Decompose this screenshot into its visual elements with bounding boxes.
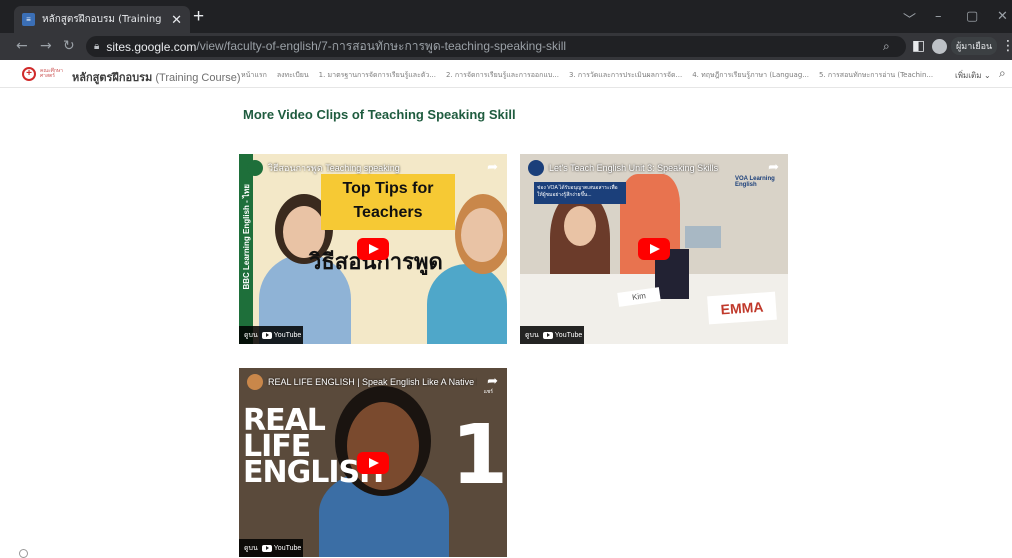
browser-toolbar: ← → ↻ 🔒︎ sites.google.com /view/faculty-… [0, 33, 1012, 60]
thumbnail-number: 1 [451, 408, 507, 503]
share-label: แชร์ [483, 389, 493, 395]
nav-link-home[interactable]: หน้าแรก [241, 70, 267, 81]
name-card: EMMA [707, 291, 777, 325]
avatar [932, 38, 947, 54]
video-embed-3[interactable]: REAL LIFE ENGLISH 1 REAL LIFE ENGLISH | … [239, 368, 507, 557]
back-arrow-icon[interactable]: ← [16, 38, 28, 54]
site-logo-text: คณะศึกษาศาสตร์ [40, 68, 63, 79]
youtube-icon [261, 331, 272, 339]
side-panel-icon[interactable]: ◧ [912, 38, 925, 54]
nav-link-5[interactable]: 5. การสอนทักษะการอ่าน (Teachin... [819, 70, 933, 81]
browser-tab-strip: ≡ หลักสูตรฝึกอบรม (Training Course) - 7 … [0, 0, 1012, 33]
profile-name: ผู้มาเยือน [951, 37, 998, 55]
youtube-label: YouTube [273, 331, 302, 339]
profile-button[interactable]: ผู้มาเยือน [932, 37, 998, 55]
site-title-rest: (Training Course) [155, 72, 241, 84]
video-title-text: วิธีสอนการพูด Teaching speaking [268, 162, 400, 173]
crayon-box [685, 226, 721, 248]
channel-avatar [247, 160, 263, 176]
share-icon[interactable]: ➦ [487, 159, 498, 175]
zoom-search-icon[interactable]: ⌕ [883, 39, 890, 54]
video-title[interactable]: REAL LIFE ENGLISH | Speak English Like A… [247, 374, 477, 390]
tab-title: หลักสูตรฝึกอบรม (Training Course) - 7 [42, 14, 165, 25]
share-icon[interactable]: ➦ [487, 373, 498, 389]
youtube-icon [261, 544, 272, 552]
channel-band: BBC Learning English - ไทย [239, 154, 253, 344]
watch-label: ดูบน [244, 544, 258, 552]
caption-banner: ช่อง VOA ได้รับอนุญาตเสนอสาระเพื่อให้ผู้… [534, 182, 626, 204]
voa-logo-text: VOA Learning English [735, 176, 775, 188]
nav-link-1[interactable]: 1. มาตรฐานการจัดการเรียนรู้และตัว... [319, 70, 436, 81]
nav-links: หน้าแรก ลงทะเบียน 1. มาตรฐานการจัดการเรี… [241, 70, 943, 81]
youtube-label: YouTube [273, 544, 302, 552]
site-title-bold: หลักสูตรฝึกอบรม [72, 72, 153, 84]
person-student-face [564, 206, 596, 246]
play-button-icon[interactable] [357, 238, 389, 260]
sign-line-2: Teachers [353, 204, 423, 221]
tab-close-icon[interactable]: ✕ [171, 12, 182, 28]
forward-arrow-icon[interactable]: → [40, 38, 52, 54]
address-bar[interactable]: 🔒︎ sites.google.com /view/faculty-of-eng… [86, 36, 906, 57]
nav-link-2[interactable]: 2. การจัดการเรียนรู้และการออกแบ... [446, 70, 559, 81]
share-icon[interactable]: ➦ [768, 159, 779, 175]
video-embed-2[interactable]: Kim EMMA ช่อง VOA ได้รับอนุญาตเสนอสาระเพ… [520, 154, 788, 344]
play-button-icon[interactable] [357, 451, 389, 474]
site-search-icon[interactable]: ⌕ [999, 66, 1006, 81]
nav-link-register[interactable]: ลงทะเบียน [277, 70, 309, 81]
nav-more-button[interactable]: เพิ่มเติม ⌄ [955, 69, 991, 82]
thumbnail-big-text: REAL LIFE ENGLISH [243, 403, 384, 490]
reload-icon[interactable]: ↻ [63, 38, 75, 54]
watch-label: ดูบน [244, 331, 258, 339]
person-right-face [461, 208, 503, 262]
thumbnail-sign: Top Tips for Teachers [321, 174, 455, 230]
lock-icon: 🔒︎ [94, 41, 100, 52]
browser-tab[interactable]: ≡ หลักสูตรฝึกอบรม (Training Course) - 7 … [14, 6, 190, 33]
nav-link-4[interactable]: 4. ทฤษฎีการเรียนรู้ภาษา (Languag... [692, 70, 809, 81]
watch-on-youtube[interactable]: ดูบน YouTube [239, 326, 303, 344]
watch-label: ดูบน [525, 331, 539, 339]
youtube-icon [542, 331, 553, 339]
site-favicon-icon: ≡ [22, 13, 35, 26]
video-title-text: REAL LIFE ENGLISH | Speak English Like A… [268, 376, 477, 387]
site-logo-icon[interactable]: + [22, 67, 36, 81]
minimize-button[interactable]: – [935, 9, 942, 24]
site-title[interactable]: หลักสูตรฝึกอบรม (Training Course) [72, 68, 241, 86]
video-embed-1[interactable]: BBC Learning English - ไทย Top Tips for … [239, 154, 507, 344]
sign-line-1: Top Tips for [342, 180, 434, 197]
page-heading: More Video Clips of Teaching Speaking Sk… [243, 107, 516, 122]
new-tab-button[interactable]: + [193, 7, 204, 26]
menu-kebab-icon[interactable]: ⋮ [1001, 38, 1012, 54]
url-host: sites.google.com [106, 39, 197, 54]
tab-search-icon[interactable]: ﹀ [903, 9, 916, 28]
youtube-label: YouTube [554, 331, 583, 339]
play-button-icon[interactable] [638, 238, 670, 260]
site-navigation: + คณะศึกษาศาสตร์ หลักสูตรฝึกอบรม (Traini… [0, 60, 1012, 88]
video-title[interactable]: วิธีสอนการพูด Teaching speaking [247, 160, 477, 176]
watch-on-youtube[interactable]: ดูบน YouTube [520, 326, 584, 344]
video-title-text: Let's Teach English Unit 3: Speaking Ski… [549, 162, 719, 173]
url-path: /view/faculty-of-english/7-การสอนทักษะกา… [196, 39, 567, 53]
watch-on-youtube[interactable]: ดูบน YouTube [239, 539, 303, 557]
channel-band-text: BBC Learning English - ไทย [242, 184, 251, 290]
channel-avatar [247, 374, 263, 390]
maximize-button[interactable]: ▢ [966, 9, 978, 24]
video-title[interactable]: Let's Teach English Unit 3: Speaking Ski… [528, 160, 758, 176]
channel-avatar [528, 160, 544, 176]
close-window-button[interactable]: ✕ [997, 9, 1008, 24]
nav-link-3[interactable]: 3. การวัดและการประเมินผลการจัด... [569, 70, 682, 81]
